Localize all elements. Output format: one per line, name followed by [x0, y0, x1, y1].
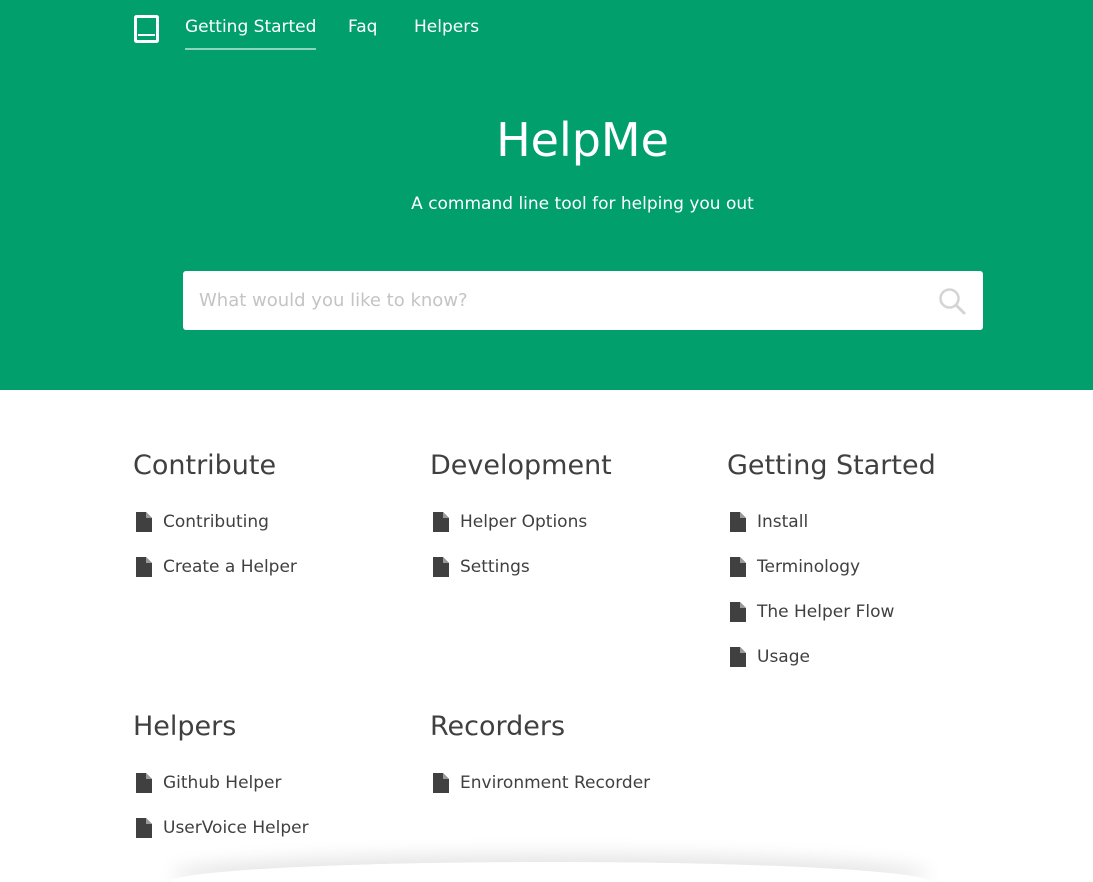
article-list: Contributing Create a Helper [133, 499, 413, 589]
list-item[interactable]: Contributing [133, 499, 413, 544]
search-icon[interactable] [938, 287, 966, 315]
article-list: Install Terminology The Helper Flow Usag… [727, 499, 1007, 679]
category-development: Development Helper Options Settings [430, 448, 710, 589]
article-link[interactable]: Create a Helper [163, 557, 297, 577]
article-link[interactable]: Github Helper [163, 773, 282, 793]
site-title: HelpMe [496, 113, 669, 167]
document-icon [136, 772, 152, 793]
category-title: Recorders [430, 711, 566, 742]
category-contribute: Contribute Contributing Create a Helper [133, 448, 413, 589]
category-title: Development [430, 450, 612, 481]
document-icon [433, 556, 449, 577]
article-link[interactable]: Environment Recorder [460, 773, 650, 793]
site-tagline: A command line tool for helping you out [411, 194, 754, 214]
document-icon [730, 601, 746, 622]
category-helpers: Helpers Github Helper UserVoice Helper [133, 709, 413, 850]
list-item[interactable]: Create a Helper [133, 544, 413, 589]
article-link[interactable]: Install [757, 512, 808, 532]
document-icon [730, 556, 746, 577]
article-link[interactable]: UserVoice Helper [163, 818, 309, 838]
category-title: Contribute [133, 450, 277, 481]
article-link[interactable]: The Helper Flow [757, 602, 894, 622]
list-item[interactable]: Github Helper [133, 760, 413, 805]
list-item[interactable]: Install [727, 499, 1007, 544]
article-link[interactable]: Usage [757, 647, 810, 667]
list-item[interactable]: UserVoice Helper [133, 805, 413, 850]
article-link[interactable]: Helper Options [460, 512, 587, 532]
footer-shadow [170, 862, 930, 882]
article-list: Github Helper UserVoice Helper [133, 760, 413, 850]
search-input[interactable] [183, 271, 983, 330]
nav-faq[interactable]: Faq [348, 15, 377, 39]
document-icon [136, 511, 152, 532]
article-link[interactable]: Contributing [163, 512, 269, 532]
book-icon[interactable] [134, 15, 159, 43]
nav-helpers[interactable]: Helpers [414, 15, 479, 39]
list-item[interactable]: Settings [430, 544, 710, 589]
list-item[interactable]: Helper Options [430, 499, 710, 544]
category-title: Getting Started [727, 450, 936, 481]
category-getting-started: Getting Started Install Terminology The … [727, 448, 1007, 679]
list-item[interactable]: The Helper Flow [727, 589, 1007, 634]
article-link[interactable]: Terminology [757, 557, 860, 577]
article-list: Environment Recorder [430, 760, 710, 805]
document-icon [433, 511, 449, 532]
hero-header: Getting Started Faq Helpers HelpMe A com… [0, 0, 1093, 390]
category-recorders: Recorders Environment Recorder [430, 709, 710, 805]
article-list: Helper Options Settings [430, 499, 710, 589]
document-icon [136, 817, 152, 838]
document-icon [730, 646, 746, 667]
nav-getting-started[interactable]: Getting Started [185, 15, 317, 50]
document-icon [730, 511, 746, 532]
list-item[interactable]: Usage [727, 634, 1007, 679]
document-icon [136, 556, 152, 577]
article-link[interactable]: Settings [460, 557, 530, 577]
list-item[interactable]: Terminology [727, 544, 1007, 589]
document-icon [433, 772, 449, 793]
list-item[interactable]: Environment Recorder [430, 760, 710, 805]
search-box [183, 271, 983, 330]
category-title: Helpers [133, 711, 237, 742]
